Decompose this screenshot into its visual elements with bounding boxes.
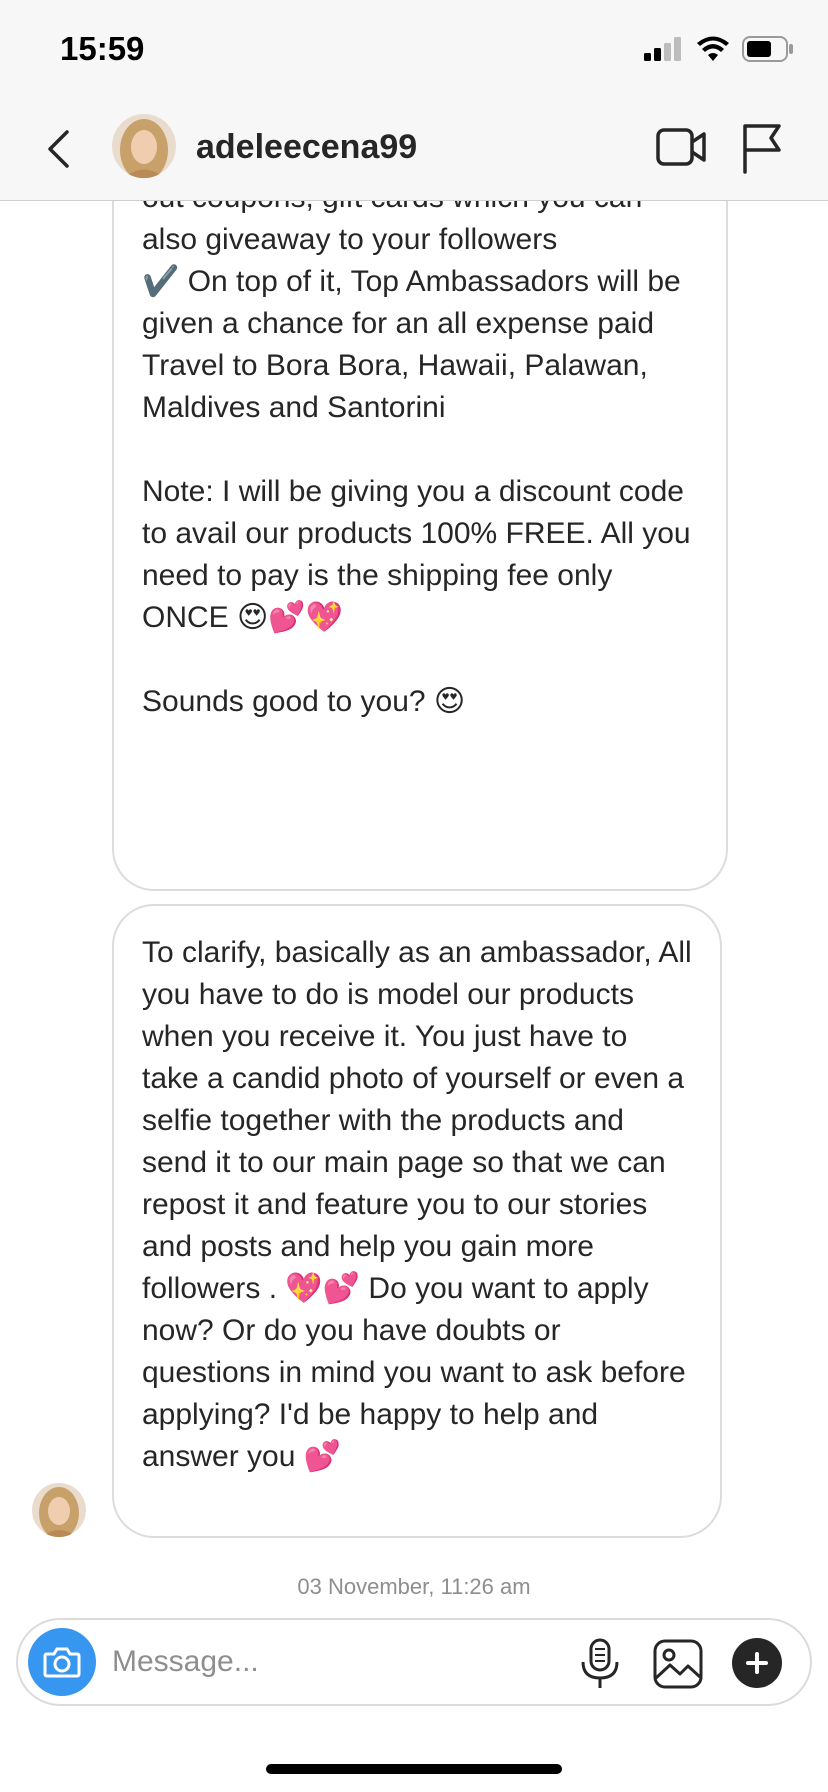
home-indicator[interactable] — [266, 1764, 562, 1774]
voice-message-button[interactable] — [578, 1638, 622, 1690]
sender-avatar[interactable] — [32, 1483, 86, 1537]
message-timestamp: 03 November, 11:26 am — [297, 1574, 531, 1599]
message-thread: out coupons, gift cards which you can al… — [0, 201, 828, 1618]
add-button[interactable] — [732, 1638, 782, 1688]
avatar-image — [112, 114, 176, 178]
dm-screen: 15:59 out coupons, gift cards which y — [0, 0, 828, 1792]
gallery-button[interactable] — [652, 1638, 704, 1690]
flag-icon — [743, 124, 781, 174]
image-icon — [653, 1639, 703, 1689]
cellular-signal-icon — [644, 37, 681, 61]
message-bubble[interactable]: To clarify, basically as an ambassador, … — [112, 904, 722, 1538]
video-camera-icon — [656, 128, 706, 166]
camera-button[interactable] — [28, 1628, 96, 1696]
message-text: To clarify, basically as an ambassador, … — [142, 936, 692, 1473]
plus-icon — [746, 1652, 768, 1674]
message-composer — [16, 1618, 812, 1706]
status-bar: 15:59 — [0, 0, 828, 96]
message-bubble[interactable]: out coupons, gift cards which you can al… — [112, 201, 728, 891]
battery-icon — [742, 36, 793, 62]
camera-icon — [43, 1647, 81, 1678]
wifi-icon — [697, 36, 729, 61]
status-icons — [644, 36, 794, 62]
back-button[interactable] — [34, 122, 82, 176]
report-button[interactable] — [740, 120, 784, 174]
message-text: out coupons, gift cards which you can al… — [142, 201, 691, 718]
chat-header: adeleecena99 — [0, 96, 828, 201]
status-time: 15:59 — [60, 30, 145, 67]
profile-username[interactable]: adeleecena99 — [196, 128, 417, 167]
avatar-image — [32, 1483, 86, 1537]
chevron-left-icon — [48, 130, 69, 168]
message-input[interactable] — [112, 1640, 492, 1684]
microphone-icon — [581, 1638, 619, 1688]
profile-avatar[interactable] — [112, 114, 176, 178]
video-call-button[interactable] — [656, 122, 708, 172]
